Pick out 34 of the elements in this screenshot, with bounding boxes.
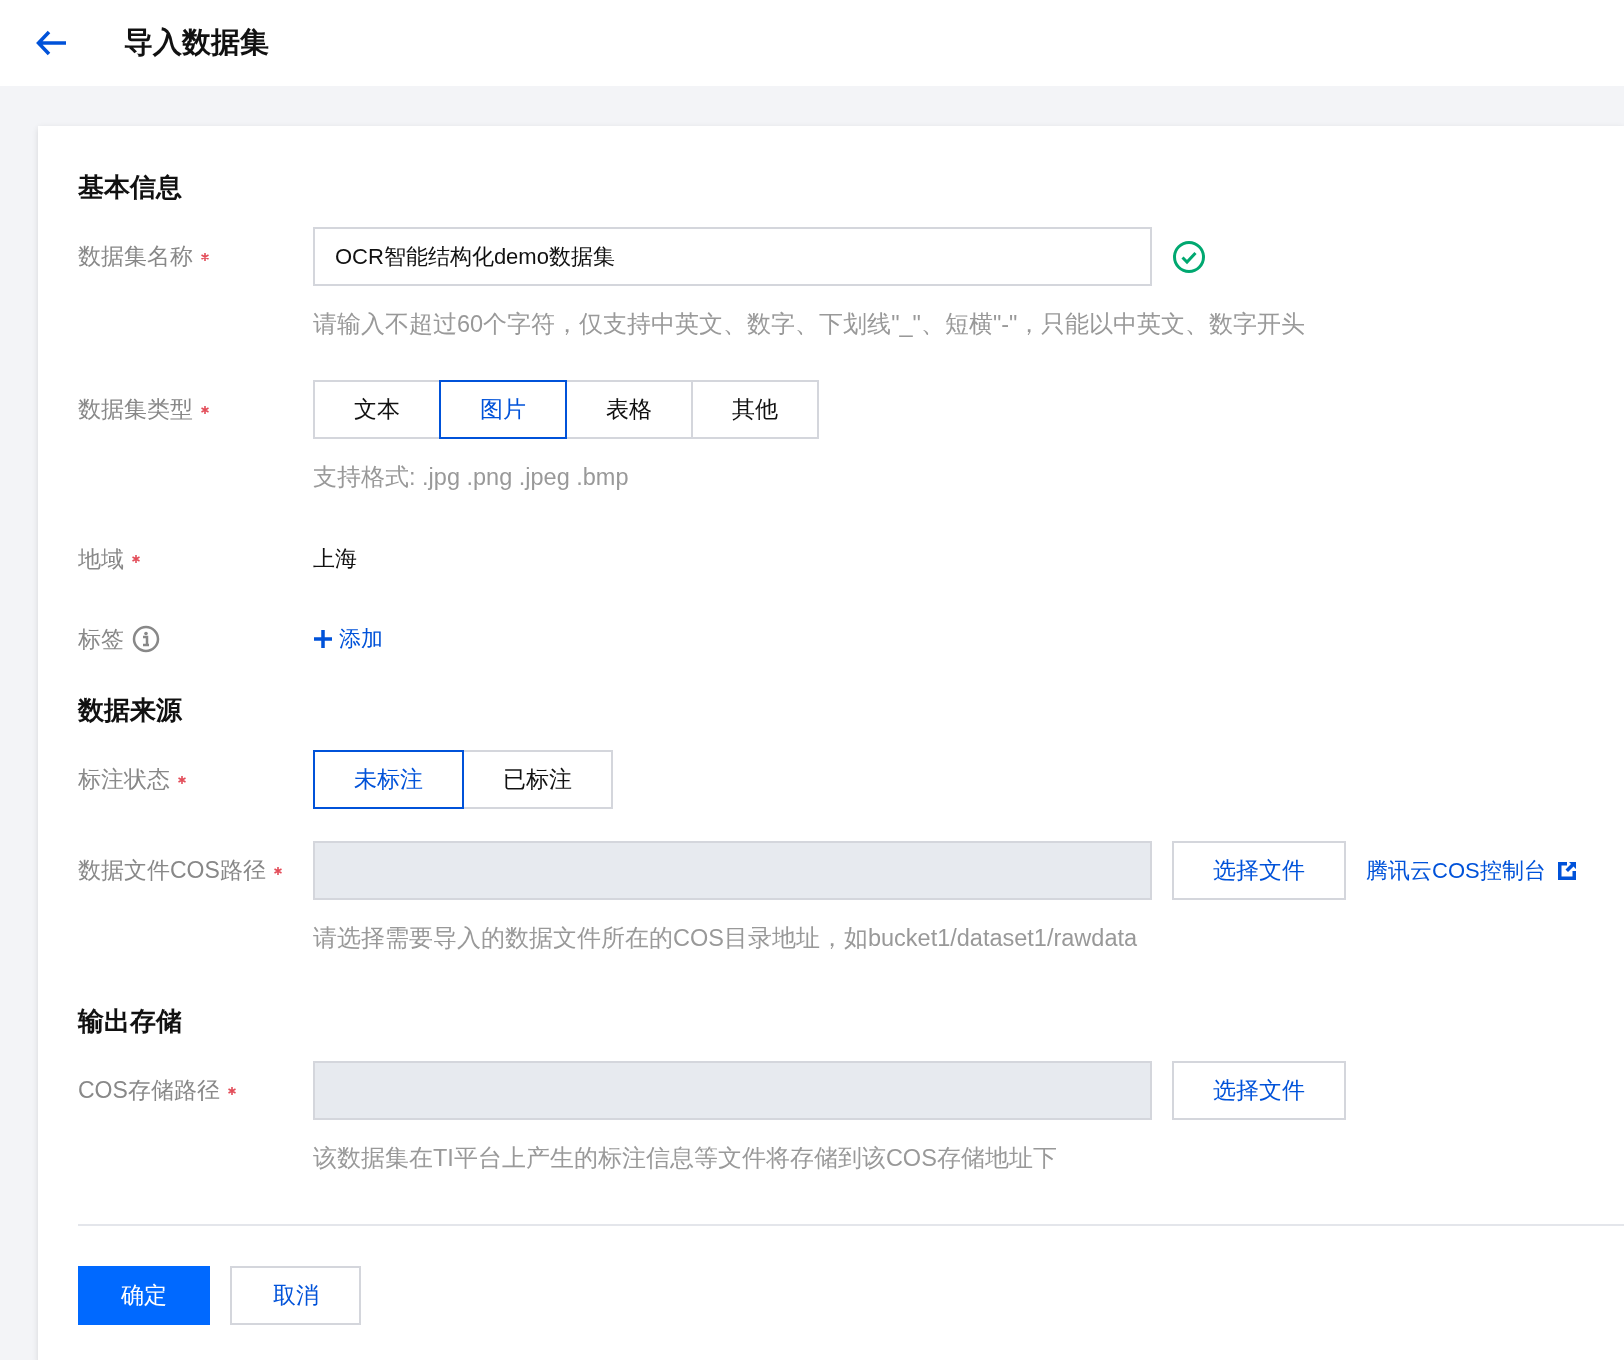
field-label: 地域	[78, 544, 124, 574]
field-label: 数据集类型	[78, 395, 193, 424]
field-label: 数据集名称	[78, 242, 193, 271]
cancel-button[interactable]: 取消	[230, 1266, 361, 1325]
path-input[interactable]	[313, 841, 1152, 900]
segment-option[interactable]: 表格	[565, 380, 693, 439]
segment-option[interactable]: 已标注	[462, 750, 613, 809]
field-label: 数据文件COS路径	[78, 856, 266, 885]
choose-file-button[interactable]: 选择文件	[1172, 1061, 1346, 1120]
external-link-icon	[1555, 859, 1578, 882]
field-label: COS存储路径	[78, 1076, 220, 1105]
choose-file-button[interactable]: 选择文件	[1172, 841, 1346, 900]
page-title: 导入数据集	[124, 25, 269, 60]
section-title: 基本信息	[78, 171, 183, 204]
cos-console-link[interactable]: 腾讯云COS控制台	[1366, 855, 1578, 886]
path-input[interactable]	[313, 1061, 1152, 1120]
segment-option[interactable]: 图片	[439, 380, 567, 439]
hint-text: 请输入不超过60个字符，仅支持中英文、数字、下划线"_"、短横"-"，只能以中英文、数字开头	[313, 310, 1307, 339]
hint-text: 请选择需要导入的数据文件所在的COS目录地址，如bucket1/dataset1/rawdata	[313, 924, 1139, 953]
section-title: 输出存储	[78, 1005, 183, 1038]
section-title: 数据来源	[78, 694, 183, 727]
hint-text: 支持格式: .jpg .png .jpeg .bmp	[313, 463, 630, 492]
region-value: 上海	[313, 545, 357, 573]
field-label: 标签	[78, 624, 124, 654]
segment-option[interactable]: 未标注	[313, 750, 464, 809]
back-arrow-icon[interactable]	[36, 30, 68, 56]
hint-text: 该数据集在TI平台上产生的标注信息等文件将存储到该COS存储地址下	[313, 1144, 1058, 1173]
add-tag-link[interactable]: 添加	[313, 624, 383, 654]
segment-option[interactable]: 其他	[691, 380, 819, 439]
name-input[interactable]: OCR智能结构化demo数据集	[313, 227, 1152, 286]
segment-option[interactable]: 文本	[313, 380, 441, 439]
field-label: 标注状态	[78, 765, 170, 794]
confirm-button[interactable]: 确定	[78, 1266, 210, 1325]
plus-icon	[313, 629, 333, 649]
